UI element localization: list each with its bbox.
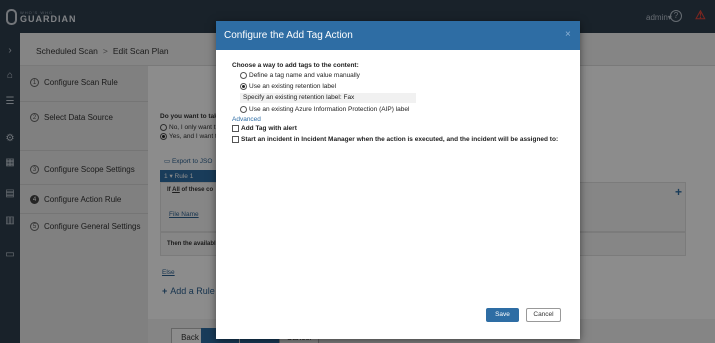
option-retention-label[interactable]: Use an existing retention label — [240, 83, 336, 90]
checkbox-icon[interactable] — [232, 125, 239, 132]
radio-selected-icon[interactable] — [240, 83, 247, 90]
option-aip-label[interactable]: Use an existing Azure Information Protec… — [240, 106, 409, 113]
tag-method-question: Choose a way to add tags to the content: — [232, 62, 359, 69]
option-define-manually[interactable]: Define a tag name and value manually — [240, 72, 360, 79]
start-incident-checkbox[interactable]: Start an incident in Incident Manager wh… — [232, 136, 572, 143]
advanced-link[interactable]: Advanced — [232, 116, 261, 123]
start-incident-label: Start an incident in Incident Manager wh… — [241, 136, 559, 143]
retention-label-prompt: Specify an existing retention label: — [243, 94, 342, 101]
radio-icon[interactable] — [240, 106, 247, 113]
close-icon[interactable]: × — [565, 29, 571, 40]
dialog-body: Choose a way to add tags to the content:… — [232, 62, 572, 143]
add-tag-action-dialog: Configure the Add Tag Action × Choose a … — [216, 21, 580, 339]
option-define-manually-label: Define a tag name and value manually — [249, 72, 360, 79]
dialog-cancel-button[interactable]: Cancel — [526, 308, 561, 322]
retention-label-field[interactable]: Specify an existing retention label: Fax — [240, 93, 416, 103]
option-retention-label-text: Use an existing retention label — [249, 83, 337, 90]
add-tag-alert-label: Add Tag with alert — [241, 125, 297, 132]
checkbox-icon[interactable] — [232, 136, 239, 143]
radio-icon[interactable] — [240, 72, 247, 79]
retention-label-value: Fax — [343, 94, 355, 101]
save-button[interactable]: Save — [486, 308, 519, 322]
add-tag-alert-checkbox[interactable]: Add Tag with alert — [232, 125, 297, 132]
dialog-header: Configure the Add Tag Action × — [216, 21, 580, 50]
dialog-title: Configure the Add Tag Action — [224, 30, 353, 41]
option-aip-label-text: Use an existing Azure Information Protec… — [249, 106, 410, 113]
